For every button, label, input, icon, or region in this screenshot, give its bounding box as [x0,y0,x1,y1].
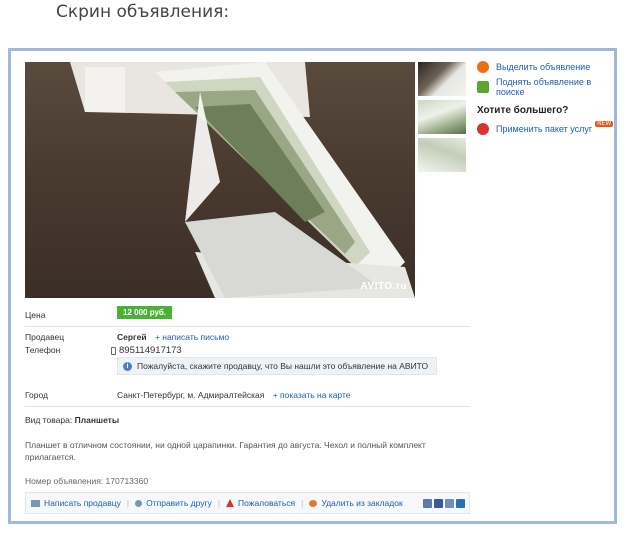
notice-text: Пожалуйста, скажите продавцу, что Вы наш… [137,361,429,371]
warning-icon [226,499,235,507]
write-seller-action[interactable]: Написать продавцу [31,498,121,508]
highlight-ad-row[interactable]: Выделить объявление [477,57,617,77]
thumbnail-2[interactable] [418,100,466,134]
want-more-heading: Хотите большего? [477,105,569,116]
package-row[interactable]: Применить пакет услуг NEW [477,119,617,139]
complain-label: Пожаловаться [238,498,296,508]
action-bar: Написать продавцу | Отправить другу | По… [25,492,470,514]
thumbnail-strip [418,62,466,176]
write-seller-label: Написать продавцу [44,498,121,508]
remove-bookmark-action[interactable]: Удалить из закладок [309,498,403,508]
phone-label: Телефон [25,345,61,355]
raise-ad-row[interactable]: Поднять объявление в поиске [477,77,617,97]
social-icon-4[interactable] [456,498,465,508]
item-type-label: Вид товара: [25,415,73,425]
social-icon-2[interactable] [434,498,443,508]
divider [25,326,470,327]
new-badge: NEW [595,121,614,127]
highlight-ad-link[interactable]: Выделить объявление [496,62,590,72]
seller-label: Продавец [25,332,65,342]
price-badge: 12 000 руб. [117,306,173,319]
ad-screenshot-frame: AVITO.ru Выделить объявление Поднять объ… [8,48,617,524]
heart-icon [309,499,318,507]
ad-description: Планшет в отличном состоянии, ни одной ц… [25,440,426,462]
arrow-up-icon [477,81,489,93]
page-caption: Скрин объявления: [56,2,230,22]
info-icon: i [123,361,132,371]
share-icon [135,499,143,507]
divider [25,406,470,407]
ad-number: Номер объявления: 170713360 [25,476,149,486]
thumbnail-3[interactable] [418,138,466,172]
social-icon-1[interactable] [423,498,432,508]
item-type-value: Планшеты [74,415,120,425]
exclamation-icon [477,61,489,73]
city-value: Санкт-Петербург, м. Адмиралтейская [117,390,265,400]
write-message-link[interactable]: + написать письмо [155,332,229,342]
show-map-link[interactable]: + показать на карте [273,390,351,400]
send-friend-action[interactable]: Отправить другу [135,498,212,508]
send-friend-label: Отправить другу [146,498,212,508]
heart-icon [477,123,489,135]
price-label: Цена [25,310,46,320]
social-share-icons [423,498,465,508]
complain-action[interactable]: Пожаловаться [226,498,295,508]
remove-bookmark-label: Удалить из закладок [321,498,403,508]
social-icon-3[interactable] [445,498,454,508]
promo-sidebar: Выделить объявление Поднять объявление в… [477,57,617,139]
phone-number: 895114917173 [119,345,182,356]
main-photo[interactable]: AVITO.ru [25,62,415,298]
item-type: Вид товара: Планшеты [25,415,119,425]
raise-ad-link[interactable]: Поднять объявление в поиске [496,77,617,97]
envelope-icon [31,499,40,507]
seller-name: Сергей [117,332,147,342]
phone-icon [111,346,116,355]
thumbnail-1[interactable] [418,62,466,96]
city-label: Город [25,390,48,400]
apply-package-link[interactable]: Применить пакет услуг [496,124,592,134]
info-notice: i Пожалуйста, скажите продавцу, что Вы н… [117,357,437,375]
avito-watermark: AVITO.ru [360,281,407,292]
